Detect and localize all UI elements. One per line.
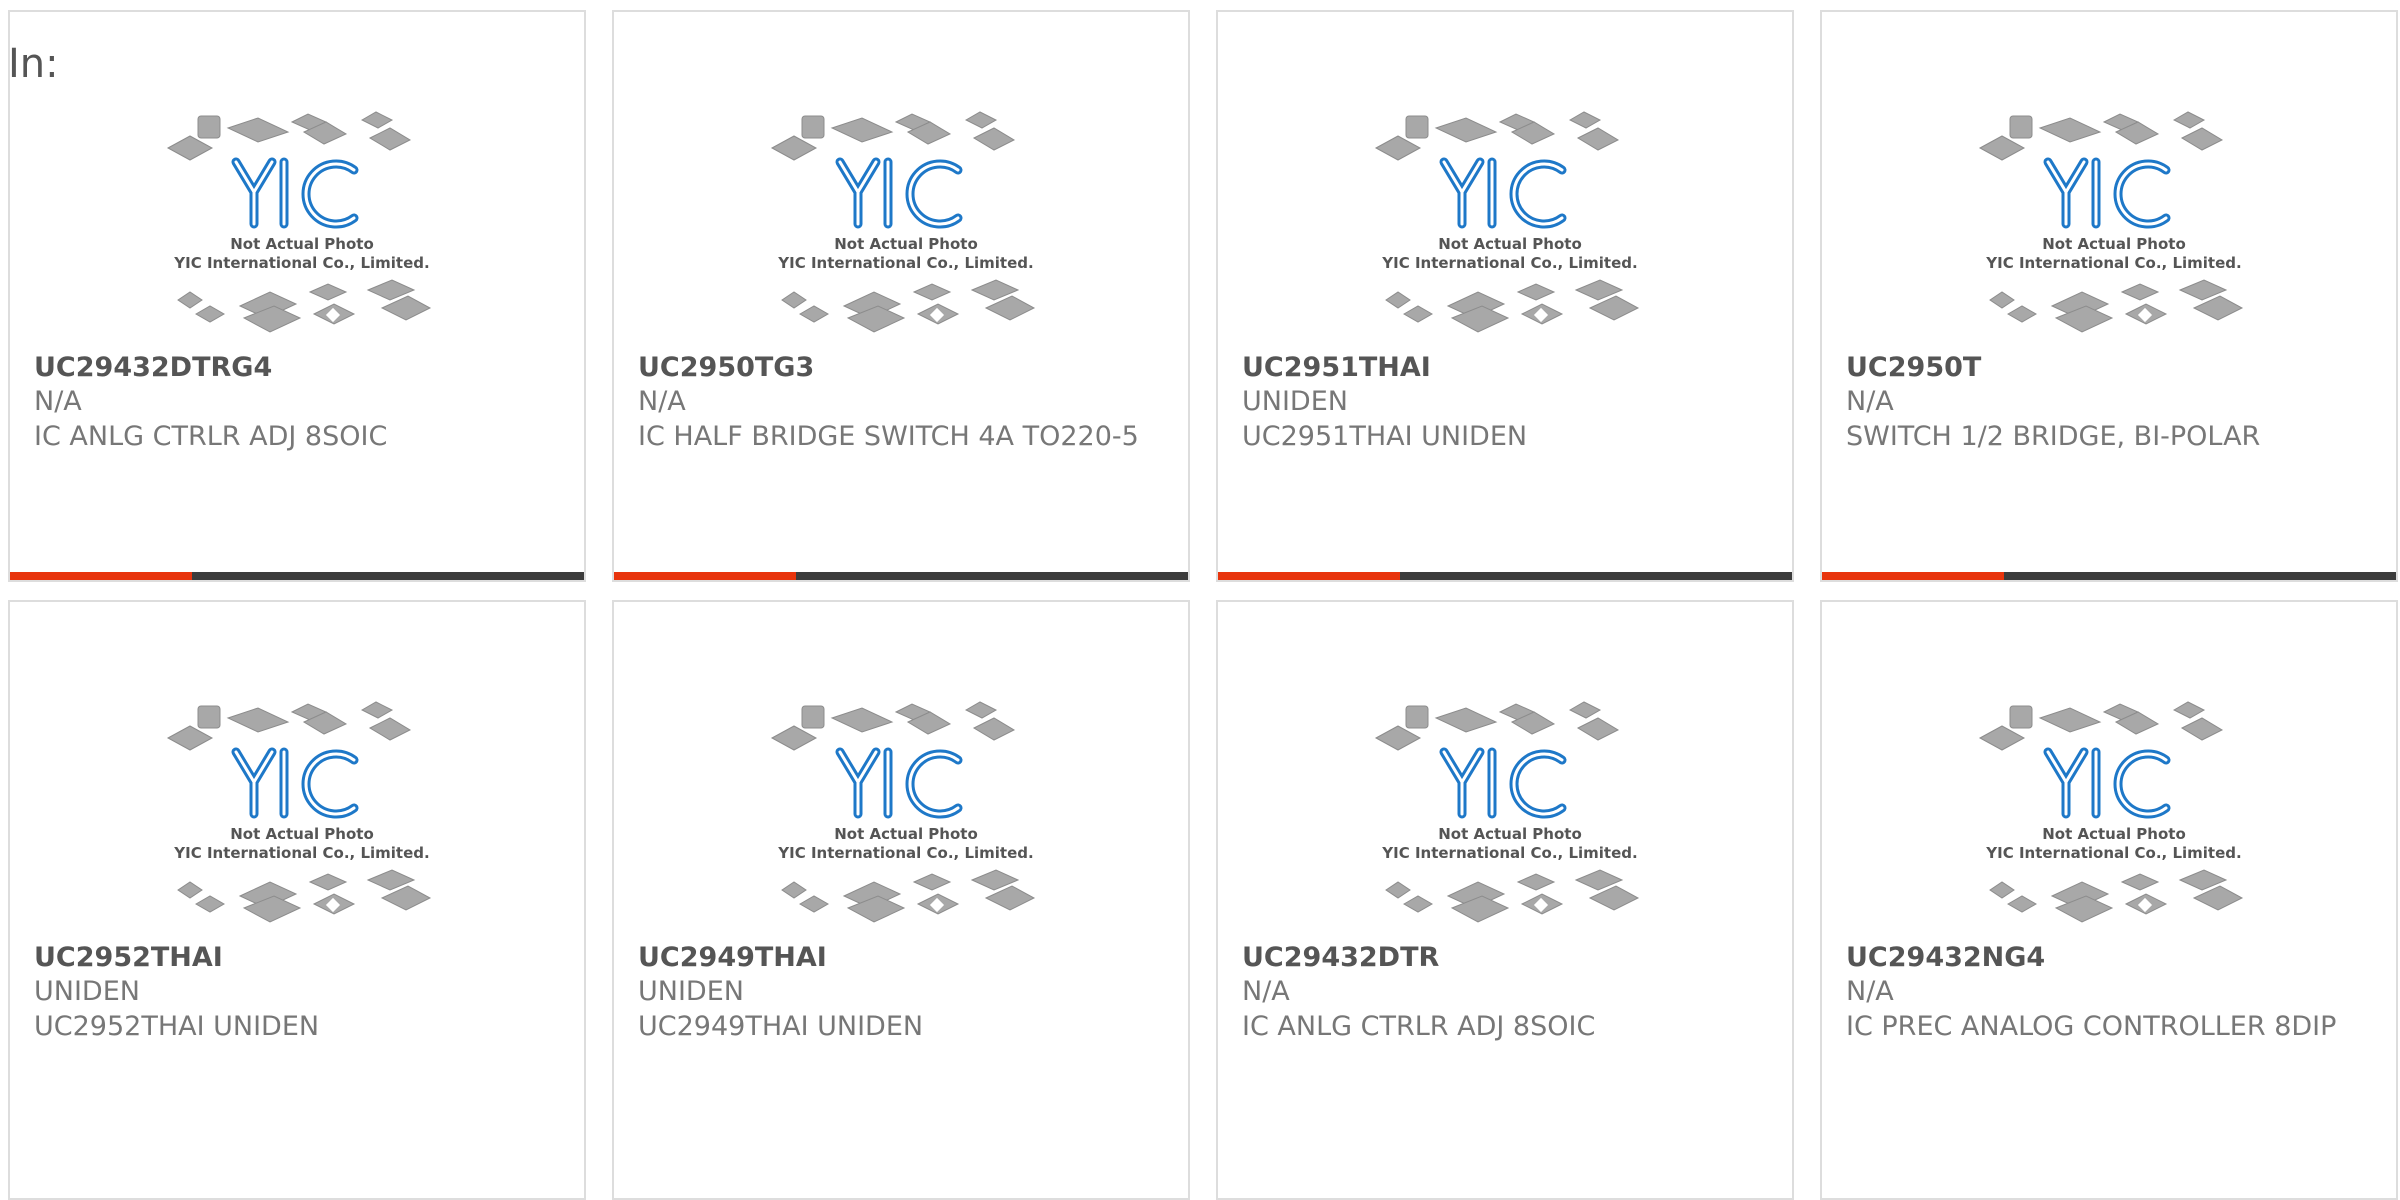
product-manufacturer: N/A xyxy=(1846,976,1894,1007)
product-image xyxy=(1218,92,1794,352)
product-manufacturer: UNIDEN xyxy=(1242,386,1348,417)
product-manufacturer: UNIDEN xyxy=(638,976,744,1007)
product-card[interactable]: UC2951THAI UNIDEN UC2951THAI UNIDEN xyxy=(1216,10,1794,582)
product-image xyxy=(614,92,1190,352)
card-accent-bar xyxy=(614,572,1188,580)
product-image xyxy=(10,92,586,352)
product-description: SWITCH 1/2 BRIDGE, BI-POLAR xyxy=(1846,421,2261,452)
product-manufacturer: N/A xyxy=(34,386,82,417)
product-description: IC ANLG CTRLR ADJ 8SOIC xyxy=(34,421,388,452)
product-part-number[interactable]: UC2949THAI xyxy=(638,942,827,973)
product-part-number[interactable]: UC2950TG3 xyxy=(638,352,814,383)
product-image xyxy=(1822,682,2398,942)
product-image xyxy=(1822,92,2398,352)
product-card[interactable]: UC29432DTR N/A IC ANLG CTRLR ADJ 8SOIC xyxy=(1216,600,1794,1200)
card-accent-bar xyxy=(1822,572,2396,580)
product-card[interactable]: UC29432NG4 N/A IC PREC ANALOG CONTROLLER… xyxy=(1820,600,2398,1200)
product-grid: UC29432DTRG4 N/A IC ANLG CTRLR ADJ 8SOIC… xyxy=(8,10,2400,1200)
product-manufacturer: N/A xyxy=(1242,976,1290,1007)
product-card[interactable]: UC29432DTRG4 N/A IC ANLG CTRLR ADJ 8SOIC xyxy=(8,10,586,582)
product-image xyxy=(614,682,1190,942)
product-image xyxy=(1218,682,1794,942)
product-part-number[interactable]: UC2952THAI xyxy=(34,942,223,973)
product-description: UC2951THAI UNIDEN xyxy=(1242,421,1528,452)
product-card[interactable]: UC2949THAI UNIDEN UC2949THAI UNIDEN xyxy=(612,600,1190,1200)
product-description: IC PREC ANALOG CONTROLLER 8DIP xyxy=(1846,1011,2337,1042)
product-part-number[interactable]: UC2951THAI xyxy=(1242,352,1431,383)
filter-prefix-label: In: xyxy=(8,41,59,87)
product-part-number[interactable]: UC29432NG4 xyxy=(1846,942,2045,973)
product-description: IC HALF BRIDGE SWITCH 4A TO220-5 xyxy=(638,421,1139,452)
product-manufacturer: N/A xyxy=(638,386,686,417)
product-description: IC ANLG CTRLR ADJ 8SOIC xyxy=(1242,1011,1596,1042)
product-part-number[interactable]: UC29432DTR xyxy=(1242,942,1439,973)
product-description: UC2949THAI UNIDEN xyxy=(638,1011,924,1042)
product-manufacturer: N/A xyxy=(1846,386,1894,417)
product-card[interactable]: UC2950TG3 N/A IC HALF BRIDGE SWITCH 4A T… xyxy=(612,10,1190,582)
product-manufacturer: UNIDEN xyxy=(34,976,140,1007)
product-card[interactable]: UC2950T N/A SWITCH 1/2 BRIDGE, BI-POLAR xyxy=(1820,10,2398,582)
product-description: UC2952THAI UNIDEN xyxy=(34,1011,320,1042)
product-image xyxy=(10,682,586,942)
product-card[interactable]: UC2952THAI UNIDEN UC2952THAI UNIDEN xyxy=(8,600,586,1200)
product-part-number[interactable]: UC2950T xyxy=(1846,352,1981,383)
product-part-number[interactable]: UC29432DTRG4 xyxy=(34,352,272,383)
card-accent-bar xyxy=(1218,572,1792,580)
card-accent-bar xyxy=(10,572,584,580)
